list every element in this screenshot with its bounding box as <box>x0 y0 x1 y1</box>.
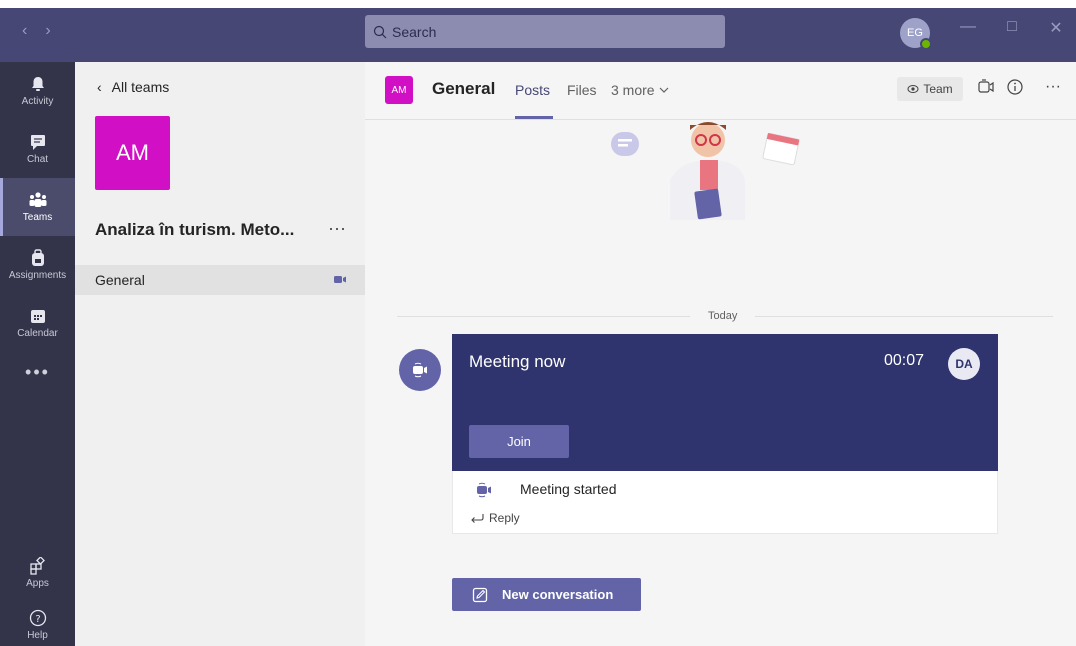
main-content: AM General Posts Files 3 more Team ··· T… <box>365 62 1076 646</box>
rail-item-assignments[interactable]: Assignments <box>0 236 75 294</box>
team-name: Analiza în turism. Meto... <box>95 220 295 239</box>
channel-title: General <box>432 79 496 98</box>
team-avatar: AM <box>95 116 170 190</box>
window-controls: — □ ✕ <box>960 18 1064 38</box>
rail-item-apps[interactable]: Apps <box>0 544 75 602</box>
meeting-duration: 00:07 <box>884 352 925 369</box>
meeting-started-text: Meeting started <box>520 481 617 497</box>
team-more-options-button[interactable]: ··· <box>328 218 346 239</box>
meeting-card: Meeting now 00:07 DA Join <box>452 334 998 471</box>
all-teams-link[interactable]: ‹ All teams <box>97 79 169 95</box>
svg-text:?: ? <box>35 614 40 625</box>
back-arrow-icon[interactable]: ‹ <box>22 22 27 40</box>
team-view-button[interactable]: Team <box>897 77 963 101</box>
rail-item-chat[interactable]: Chat <box>0 120 75 178</box>
participant-initials: DA <box>955 357 973 371</box>
user-avatar[interactable]: EG <box>900 18 932 50</box>
new-conversation-button[interactable]: New conversation <box>452 578 641 611</box>
forward-arrow-icon[interactable]: › <box>45 22 50 40</box>
team-panel: ‹ All teams AM Analiza în turism. Meto..… <box>75 62 365 646</box>
chevron-left-icon: ‹ <box>97 79 102 95</box>
rail-label: Help <box>27 630 48 641</box>
new-conversation-label: New conversation <box>502 587 614 602</box>
rail-label: Calendar <box>17 328 58 339</box>
join-button[interactable]: Join <box>469 425 569 458</box>
video-camera-icon <box>334 276 346 283</box>
rail-label: Chat <box>26 154 49 165</box>
teams-icon <box>29 192 46 207</box>
video-camera-icon <box>477 482 491 498</box>
tab-files[interactable]: Files <box>567 82 597 98</box>
channel-avatar: AM <box>385 76 413 104</box>
top-strip <box>0 0 1076 8</box>
eye-icon <box>907 85 919 93</box>
meeting-footer: Meeting started Reply <box>452 471 998 534</box>
rail-item-teams[interactable]: Teams <box>0 178 75 236</box>
reply-label: Reply <box>489 511 520 525</box>
tab-more-label: 3 more <box>611 82 655 98</box>
rail-label: Teams <box>22 212 53 223</box>
bell-icon <box>31 77 44 91</box>
channel-header: AM General Posts Files 3 more Team ··· <box>365 62 1076 120</box>
presence-indicator <box>920 38 932 50</box>
rail-item-activity[interactable]: Activity <box>0 62 75 120</box>
tab-more[interactable]: 3 more <box>611 82 669 98</box>
minimize-icon[interactable]: — <box>960 18 976 38</box>
chevron-down-icon <box>659 87 669 93</box>
channel-more-options-button[interactable]: ··· <box>1045 78 1061 96</box>
participant-avatar[interactable]: DA <box>948 348 980 380</box>
more-apps-button[interactable]: ••• <box>0 362 75 383</box>
rail-label: Assignments <box>8 270 67 281</box>
chat-icon <box>30 135 45 150</box>
reply-arrow-icon <box>471 514 484 523</box>
channel-label: General <box>95 272 145 288</box>
team-view-label: Team <box>923 82 953 96</box>
rail-label: Activity <box>21 96 54 107</box>
calendar-icon <box>30 310 45 323</box>
search-input[interactable]: Search <box>365 15 725 48</box>
close-icon[interactable]: ✕ <box>1048 18 1064 38</box>
tab-posts[interactable]: Posts <box>515 82 550 98</box>
backpack-icon <box>31 249 44 266</box>
nav-arrows: ‹ › <box>22 22 51 40</box>
search-placeholder: Search <box>392 23 437 40</box>
info-icon[interactable] <box>1006 78 1024 96</box>
maximize-icon[interactable]: □ <box>1004 18 1020 38</box>
rail-item-help[interactable]: ? Help <box>0 596 75 646</box>
meeting-post-avatar <box>399 349 441 391</box>
channel-avatar-initials: AM <box>391 84 407 96</box>
date-divider-label: Today <box>690 310 756 322</box>
search-icon <box>373 25 387 38</box>
all-teams-label: All teams <box>111 79 170 95</box>
video-camera-icon <box>413 362 427 378</box>
app-rail: Activity Chat Teams Assignments Calendar… <box>0 62 75 646</box>
rail-label: Apps <box>26 578 49 589</box>
compose-icon <box>472 587 488 602</box>
apps-icon <box>29 557 45 575</box>
rail-item-calendar[interactable]: Calendar <box>0 294 75 352</box>
title-bar: ‹ › Search EG — □ ✕ <box>0 0 1076 62</box>
help-icon: ? <box>29 609 46 627</box>
channel-item-general[interactable]: General <box>75 265 365 295</box>
welcome-illustration <box>611 122 800 220</box>
active-tab-indicator <box>515 116 553 119</box>
team-initials: AM <box>116 140 149 165</box>
reply-button[interactable]: Reply <box>470 511 520 525</box>
user-initials: EG <box>907 27 923 39</box>
meeting-title: Meeting now <box>469 352 566 371</box>
meet-now-icon[interactable] <box>977 78 995 96</box>
